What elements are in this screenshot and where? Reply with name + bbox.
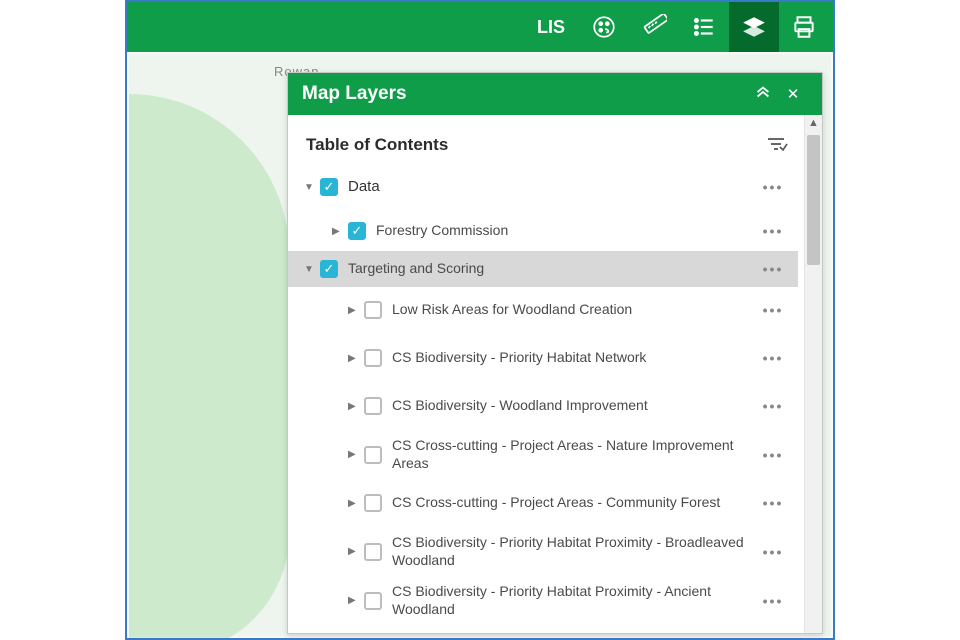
list-icon[interactable] bbox=[679, 2, 729, 52]
collapse-icon[interactable] bbox=[748, 85, 778, 103]
more-icon[interactable]: ••• bbox=[758, 544, 788, 560]
toc-header: Table of Contents bbox=[304, 129, 798, 169]
checkbox[interactable] bbox=[364, 397, 382, 415]
node-label: CS Biodiversity - Priority Habitat Netwo… bbox=[392, 349, 758, 367]
node-label: Low Risk Areas for Woodland Creation bbox=[392, 301, 758, 319]
more-icon[interactable]: ••• bbox=[758, 447, 788, 463]
close-icon[interactable]: ✕ bbox=[778, 85, 808, 103]
tree-node-data[interactable]: ▼ ✓ Data ••• bbox=[304, 169, 798, 205]
tree-children: ▶ ✓ Forestry Commission ••• ▼ ✓ Targetin… bbox=[304, 213, 798, 624]
app-frame: LIS bbox=[125, 0, 835, 640]
node-label: CS Cross-cutting - Project Areas - Natur… bbox=[392, 437, 758, 472]
caret-right-icon[interactable]: ▶ bbox=[348, 546, 362, 557]
more-icon[interactable]: ••• bbox=[758, 302, 788, 318]
node-label: CS Cross-cutting - Project Areas - Commu… bbox=[392, 494, 758, 512]
more-icon[interactable]: ••• bbox=[758, 223, 788, 239]
checkbox[interactable]: ✓ bbox=[348, 222, 366, 240]
scroll-thumb[interactable] bbox=[807, 135, 820, 265]
more-icon[interactable]: ••• bbox=[758, 398, 788, 414]
caret-right-icon[interactable]: ▶ bbox=[348, 305, 362, 316]
print-icon[interactable] bbox=[779, 2, 829, 52]
scrollbar[interactable]: ▲ bbox=[804, 115, 822, 633]
node-label: CS Biodiversity - Priority Habitat Proxi… bbox=[392, 583, 758, 618]
caret-right-icon[interactable]: ▶ bbox=[332, 226, 346, 237]
panel-header[interactable]: Map Layers ✕ bbox=[288, 73, 822, 115]
node-label: Data bbox=[348, 178, 758, 197]
more-icon[interactable]: ••• bbox=[758, 261, 788, 277]
more-icon[interactable]: ••• bbox=[758, 350, 788, 366]
tree-node-priority-habitat-network[interactable]: ▶ CS Biodiversity - Priority Habitat Net… bbox=[304, 335, 798, 381]
node-label: CS Biodiversity - Priority Habitat Proxi… bbox=[392, 534, 758, 569]
scroll-up-icon[interactable]: ▲ bbox=[805, 117, 822, 129]
checkbox[interactable] bbox=[364, 446, 382, 464]
top-toolbar: LIS bbox=[127, 2, 833, 52]
node-label: Forestry Commission bbox=[376, 222, 758, 240]
tree-node-ancient-woodland[interactable]: ▶ CS Biodiversity - Priority Habitat Pro… bbox=[304, 577, 798, 624]
tree-node-low-risk-areas[interactable]: ▶ Low Risk Areas for Woodland Creation •… bbox=[304, 287, 798, 333]
tree-node-broadleaved-woodland[interactable]: ▶ CS Biodiversity - Priority Habitat Pro… bbox=[304, 528, 798, 575]
caret-right-icon[interactable]: ▶ bbox=[348, 353, 362, 364]
tree-node-targeting-scoring[interactable]: ▼ ✓ Targeting and Scoring ••• bbox=[288, 251, 798, 287]
more-icon[interactable]: ••• bbox=[758, 593, 788, 609]
panel-content: Table of Contents ▼ ✓ bbox=[288, 115, 804, 633]
more-icon[interactable]: ••• bbox=[758, 495, 788, 511]
more-icon[interactable]: ••• bbox=[758, 179, 788, 195]
palette-icon[interactable] bbox=[579, 2, 629, 52]
measure-icon[interactable] bbox=[629, 2, 679, 52]
filter-icon[interactable] bbox=[764, 133, 788, 157]
layer-tree: ▼ ✓ Data ••• ▶ ✓ Forestry Commission ••• bbox=[304, 169, 798, 624]
tree-node-forestry-commission[interactable]: ▶ ✓ Forestry Commission ••• bbox=[304, 213, 798, 249]
checkbox[interactable] bbox=[364, 543, 382, 561]
node-label: Targeting and Scoring bbox=[348, 260, 758, 278]
checkbox[interactable] bbox=[364, 349, 382, 367]
map-region bbox=[129, 94, 289, 640]
layers-icon[interactable] bbox=[729, 2, 779, 52]
caret-right-icon[interactable]: ▶ bbox=[348, 595, 362, 606]
caret-right-icon[interactable]: ▶ bbox=[348, 449, 362, 460]
tree-children: ▶ Low Risk Areas for Woodland Creation •… bbox=[304, 287, 798, 624]
panel-title: Map Layers bbox=[302, 83, 748, 105]
caret-down-icon[interactable]: ▼ bbox=[304, 182, 318, 193]
tree-node-nature-improvement-areas[interactable]: ▶ CS Cross-cutting - Project Areas - Nat… bbox=[304, 431, 798, 478]
checkbox[interactable] bbox=[364, 301, 382, 319]
checkbox[interactable] bbox=[364, 592, 382, 610]
layers-panel: Map Layers ✕ Table of Contents bbox=[287, 72, 823, 634]
toc-title: Table of Contents bbox=[306, 135, 764, 155]
panel-body: Table of Contents ▼ ✓ bbox=[288, 115, 822, 633]
node-label: CS Biodiversity - Woodland Improvement bbox=[392, 397, 758, 415]
caret-right-icon[interactable]: ▶ bbox=[348, 401, 362, 412]
checkbox[interactable]: ✓ bbox=[320, 260, 338, 278]
caret-right-icon[interactable]: ▶ bbox=[348, 498, 362, 509]
checkbox[interactable]: ✓ bbox=[320, 178, 338, 196]
tree-node-woodland-improvement[interactable]: ▶ CS Biodiversity - Woodland Improvement… bbox=[304, 383, 798, 429]
checkbox[interactable] bbox=[364, 494, 382, 512]
caret-down-icon[interactable]: ▼ bbox=[304, 264, 318, 275]
tree-node-community-forest[interactable]: ▶ CS Cross-cutting - Project Areas - Com… bbox=[304, 480, 798, 526]
brand-label: LIS bbox=[531, 2, 579, 52]
